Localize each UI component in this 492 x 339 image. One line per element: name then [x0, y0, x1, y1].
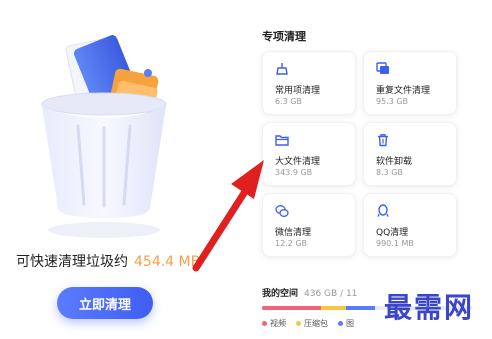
- usage-segment-video: [262, 306, 321, 310]
- legend-label: 视频: [270, 319, 286, 328]
- card-wechat-clean[interactable]: 微信清理 12.2 GB: [262, 193, 356, 257]
- card-name: QQ清理: [376, 228, 409, 238]
- card-value: 12.2 GB: [275, 239, 308, 248]
- legend-dot: [262, 321, 267, 326]
- card-name: 重复文件清理: [376, 86, 431, 96]
- legend-item: 图: [338, 318, 354, 329]
- space-capacity: 436 GB / 11: [304, 289, 358, 299]
- junk-size-summary: 可快速清理垃圾约 454.4 MB: [16, 251, 200, 271]
- usage-segment-archive: [320, 306, 346, 310]
- trash-bin-illustration: [41, 35, 167, 238]
- qq-icon: [377, 204, 389, 217]
- legend-dot: [296, 321, 301, 326]
- wechat-icon: [275, 205, 289, 217]
- clean-now-button[interactable]: 立即清理: [57, 287, 153, 319]
- card-value: 343.9 GB: [275, 168, 313, 177]
- legend-item: 视频: [262, 318, 286, 329]
- legend-dot: [338, 321, 343, 326]
- legend-item: 压缩包: [296, 318, 328, 329]
- card-name: 常用项清理: [275, 86, 321, 96]
- folder-icon: [275, 135, 289, 146]
- card-common-clean[interactable]: 常用项清理 6.3 GB: [262, 51, 356, 115]
- card-value: 8.3 GB: [376, 168, 403, 177]
- legend-label: 压缩包: [304, 319, 328, 328]
- trash-icon: [378, 134, 388, 147]
- card-value: 990.1 MB: [376, 239, 414, 248]
- broom-icon: [276, 63, 288, 75]
- junk-size-value: 454.4 MB: [134, 254, 201, 270]
- special-clean-title: 专项清理: [262, 30, 306, 43]
- card-qq-clean[interactable]: QQ清理 990.1 MB: [363, 193, 457, 257]
- legend-label: 图: [346, 319, 354, 328]
- space-legend: 视频 压缩包 图: [262, 318, 354, 329]
- summary-text: 可快速清理垃圾约: [16, 254, 128, 270]
- card-name: 大文件清理: [275, 157, 321, 167]
- duplicate-files-icon: [376, 62, 389, 74]
- card-large-files[interactable]: 大文件清理 343.9 GB: [262, 122, 356, 186]
- my-space-label: 我的空间: [262, 289, 299, 299]
- card-uninstall[interactable]: 软件卸载 8.3 GB: [363, 122, 457, 186]
- card-name: 微信清理: [275, 228, 312, 238]
- usage-segment-image: [345, 306, 376, 310]
- left-panel: 可快速清理垃圾约 454.4 MB 立即清理: [0, 0, 240, 339]
- card-duplicate-files[interactable]: 重复文件清理 95.3 GB: [363, 51, 457, 115]
- watermark: 最需网: [384, 291, 475, 324]
- card-value: 6.3 GB: [275, 97, 302, 106]
- card-value: 95.3 GB: [376, 97, 409, 106]
- my-space-title: 我的空间 436 GB / 11: [262, 286, 357, 299]
- card-name: 软件卸载: [376, 157, 413, 167]
